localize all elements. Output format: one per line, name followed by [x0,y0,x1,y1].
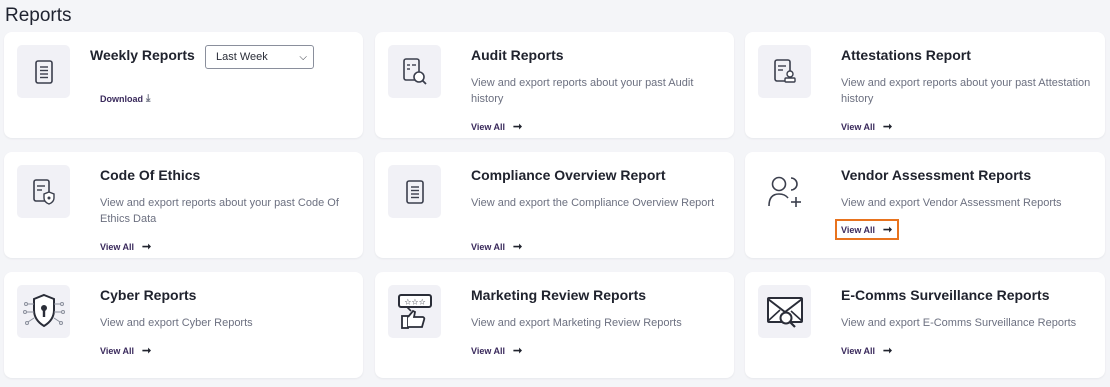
document-icon [17,45,70,98]
card-title: Code Of Ethics [100,167,201,183]
code-of-ethics-card: Code Of Ethics View and export reports a… [4,152,363,258]
card-title: Attestations Report [841,47,971,63]
view-all-label: View All [471,121,506,132]
mail-search-icon [758,285,811,338]
card-title: Cyber Reports [100,287,197,303]
download-label: Download [100,93,143,104]
card-title: Audit Reports [471,47,564,63]
card-description: View and export reports about your past … [471,77,694,105]
period-select[interactable]: Last Week ⌵ [205,45,314,69]
card-title: Vendor Assessment Reports [841,167,1032,183]
card-description: View and export E-Comms Surveillance Rep… [841,317,1077,329]
card-title: E-Comms Surveillance Reports [841,287,1050,303]
marketing-review-card: ☆☆☆ Marketing Review Reports View and ex… [375,272,734,378]
view-all-label: View All [841,224,876,235]
ethics-shield-document-icon [17,165,70,218]
audit-reports-card: Audit Reports View and export reports ab… [375,32,734,138]
view-all-label: View All [471,241,506,252]
view-all-link[interactable]: View All ➞ [100,344,151,357]
view-all-label: View All [471,345,506,356]
view-all-label: View All [841,121,876,132]
view-all-link[interactable]: View All ➞ [841,344,892,357]
download-icon: ⤓ [146,93,151,104]
weekly-reports-card: Weekly Reports Last Week ⌵ Download ⤓ [4,32,363,138]
document-icon [388,165,441,218]
arrow-right-icon: ➞ [142,345,152,357]
attestations-report-card: Attestations Report View and export repo… [745,32,1105,138]
card-description: View and export Cyber Reports [100,317,253,329]
view-all-link[interactable]: View All ➞ [834,219,900,240]
cyber-reports-card: Cyber Reports View and export Cyber Repo… [4,272,363,378]
view-all-link[interactable]: View All ➞ [471,120,522,133]
card-description: View and export Vendor Assessment Report… [841,197,1062,209]
view-all-link[interactable]: View All ➞ [471,344,522,357]
arrow-right-icon: ➞ [513,345,523,357]
card-description: View and export Marketing Review Reports [471,317,682,329]
thumbs-up-review-icon: ☆☆☆ [388,285,441,338]
page-title: Reports [5,5,72,26]
view-all-label: View All [841,345,876,356]
card-title: Compliance Overview Report [471,167,666,183]
vendor-assessment-card: Vendor Assessment Reports View and expor… [745,152,1105,258]
card-description: View and export reports about your past … [841,77,1091,105]
view-all-label: View All [100,241,135,252]
arrow-right-icon: ➞ [513,121,523,133]
arrow-right-icon: ➞ [883,121,893,133]
arrow-right-icon: ➞ [513,241,523,253]
view-all-link[interactable]: View All ➞ [100,240,151,253]
period-select-value: Last Week [216,51,268,63]
chevron-down-icon: ⌵ [299,51,307,63]
compliance-overview-card: Compliance Overview Report View and expo… [375,152,734,258]
add-user-icon [758,165,811,218]
view-all-label: View All [100,345,135,356]
card-title: Weekly Reports [90,47,195,63]
arrow-right-icon: ➞ [883,345,893,357]
svg-text:☆☆☆: ☆☆☆ [404,297,426,306]
card-title: Marketing Review Reports [471,287,647,303]
view-all-link[interactable]: View All ➞ [841,120,892,133]
download-link[interactable]: Download ⤓ [100,93,150,104]
attestation-document-icon [758,45,811,98]
arrow-right-icon: ➞ [883,224,893,236]
cyber-shield-icon [17,285,70,338]
arrow-right-icon: ➞ [142,241,152,253]
view-all-link[interactable]: View All ➞ [471,240,522,253]
card-description: View and export reports about your past … [100,197,339,225]
audit-search-icon [388,45,441,98]
ecomms-surveillance-card: E-Comms Surveillance Reports View and ex… [745,272,1105,378]
card-description: View and export the Compliance Overview … [471,197,715,209]
